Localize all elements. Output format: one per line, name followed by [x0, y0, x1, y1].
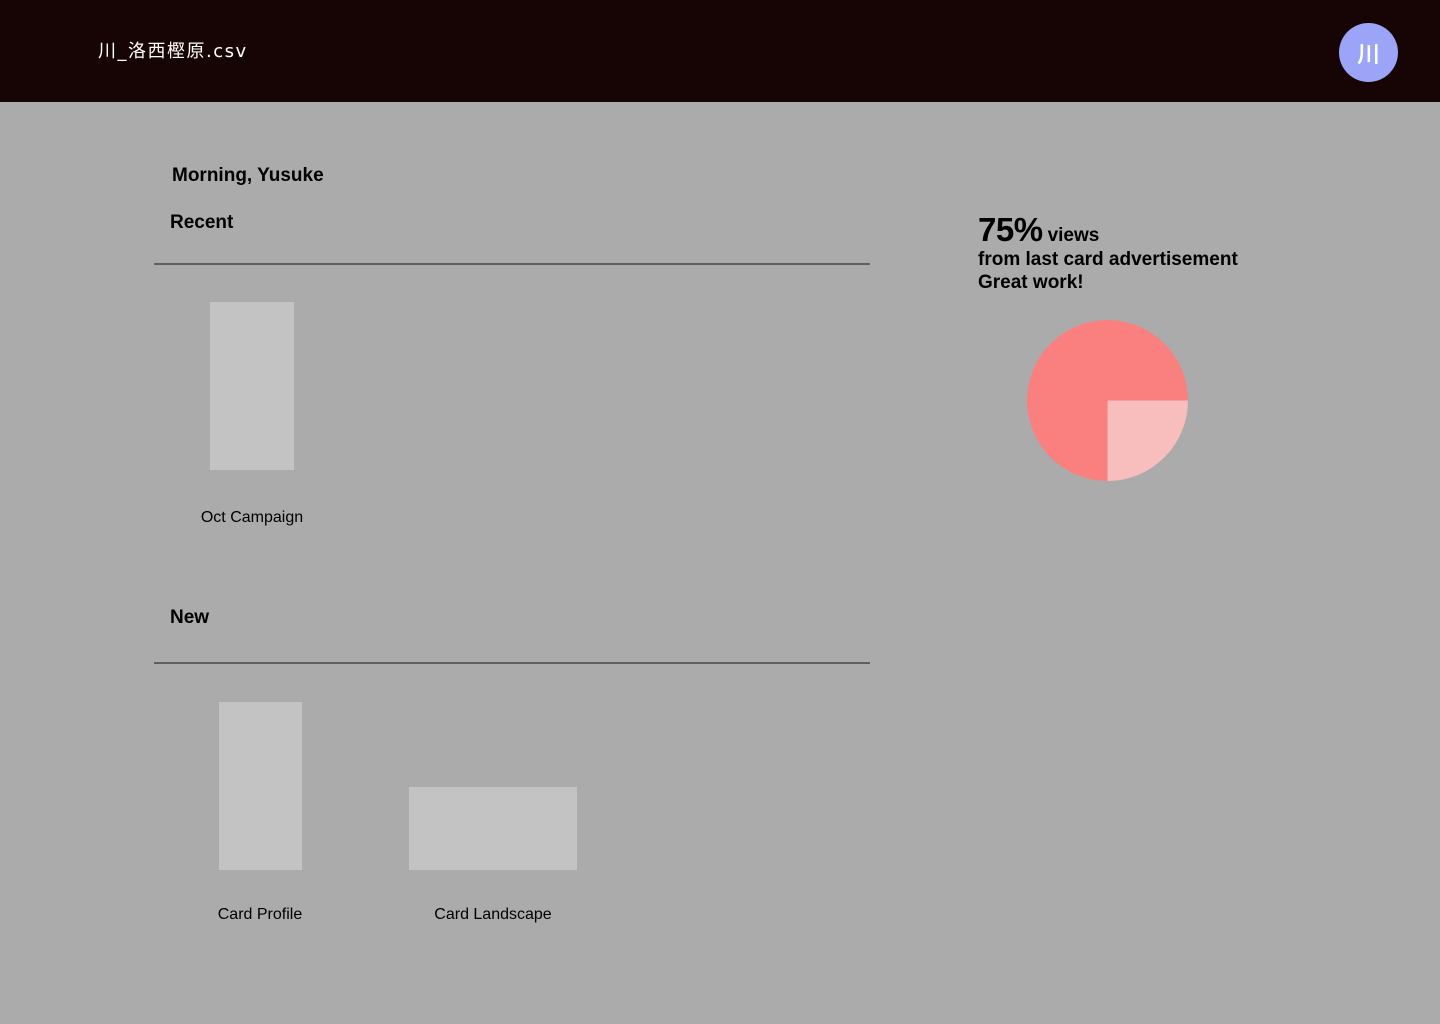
stats-summary: 75% views from last card advertisement G… [978, 212, 1308, 294]
recent-divider [154, 263, 870, 265]
recent-heading: Recent [170, 212, 234, 233]
card-label[interactable]: Card Profile [160, 905, 360, 925]
views-pie-chart [1027, 320, 1188, 481]
card-thumbnail[interactable] [409, 787, 577, 870]
pie-slice-remaining [1107, 400, 1188, 481]
top-bar: 川_洛西樫原.csv 川 [0, 0, 1440, 102]
avatar-initials: 川 [1357, 42, 1380, 68]
stats-headline: 75% views [978, 212, 1308, 248]
new-heading: New [170, 607, 210, 628]
new-divider [154, 662, 870, 664]
stats-praise: Great work! [978, 272, 1084, 293]
stats-description: from last card advertisement [978, 249, 1238, 270]
card-label[interactable]: Oct Campaign [152, 508, 352, 528]
user-avatar[interactable]: 川 [1339, 23, 1398, 82]
card-label[interactable]: Card Landscape [393, 905, 593, 925]
app-title: 川_洛西樫原.csv [98, 41, 248, 62]
greeting-text: Morning, Yusuke [172, 165, 324, 186]
stats-percent: 75% [978, 211, 1043, 248]
card-thumbnail[interactable] [219, 702, 302, 870]
card-thumbnail[interactable] [210, 302, 294, 470]
stats-unit: views [1047, 225, 1100, 246]
